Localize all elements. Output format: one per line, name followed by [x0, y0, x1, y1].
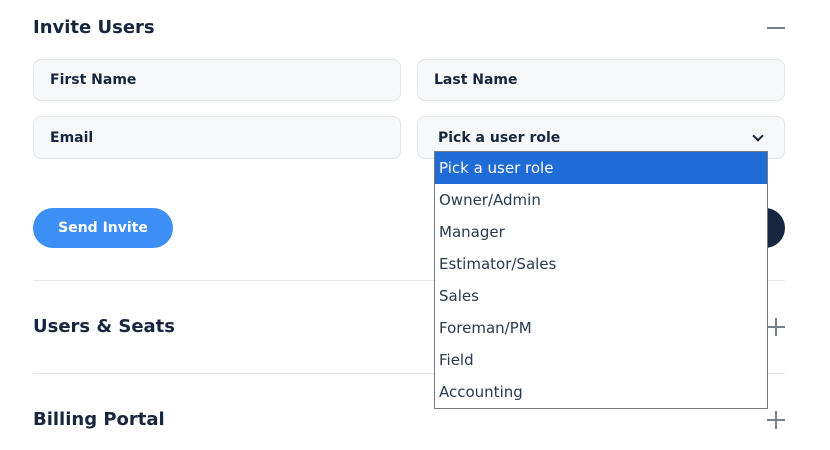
- billing-portal-title: Billing Portal: [33, 409, 165, 430]
- minus-icon[interactable]: [767, 19, 785, 37]
- user-role-dropdown: Pick a user role Owner/Admin Manager Est…: [434, 151, 768, 409]
- invite-users-title: Invite Users: [33, 17, 155, 38]
- first-name-input[interactable]: [33, 59, 401, 101]
- plus-icon[interactable]: [767, 411, 785, 429]
- users-seats-title: Users & Seats: [33, 316, 175, 337]
- plus-icon[interactable]: [767, 318, 785, 336]
- role-option-accounting[interactable]: Accounting: [435, 376, 767, 408]
- send-invite-button[interactable]: Send Invite: [33, 208, 173, 248]
- role-option-foreman-pm[interactable]: Foreman/PM: [435, 312, 767, 344]
- user-role-select-value: Pick a user role: [438, 130, 561, 146]
- role-option-owner-admin[interactable]: Owner/Admin: [435, 184, 767, 216]
- role-option-estimator-sales[interactable]: Estimator/Sales: [435, 248, 767, 280]
- last-name-input[interactable]: [417, 59, 785, 101]
- chevron-down-icon: [752, 130, 764, 142]
- email-input[interactable]: [33, 116, 401, 159]
- role-option-sales[interactable]: Sales: [435, 280, 767, 312]
- role-option-field[interactable]: Field: [435, 344, 767, 376]
- role-option-manager[interactable]: Manager: [435, 216, 767, 248]
- role-option-pick[interactable]: Pick a user role: [435, 152, 767, 184]
